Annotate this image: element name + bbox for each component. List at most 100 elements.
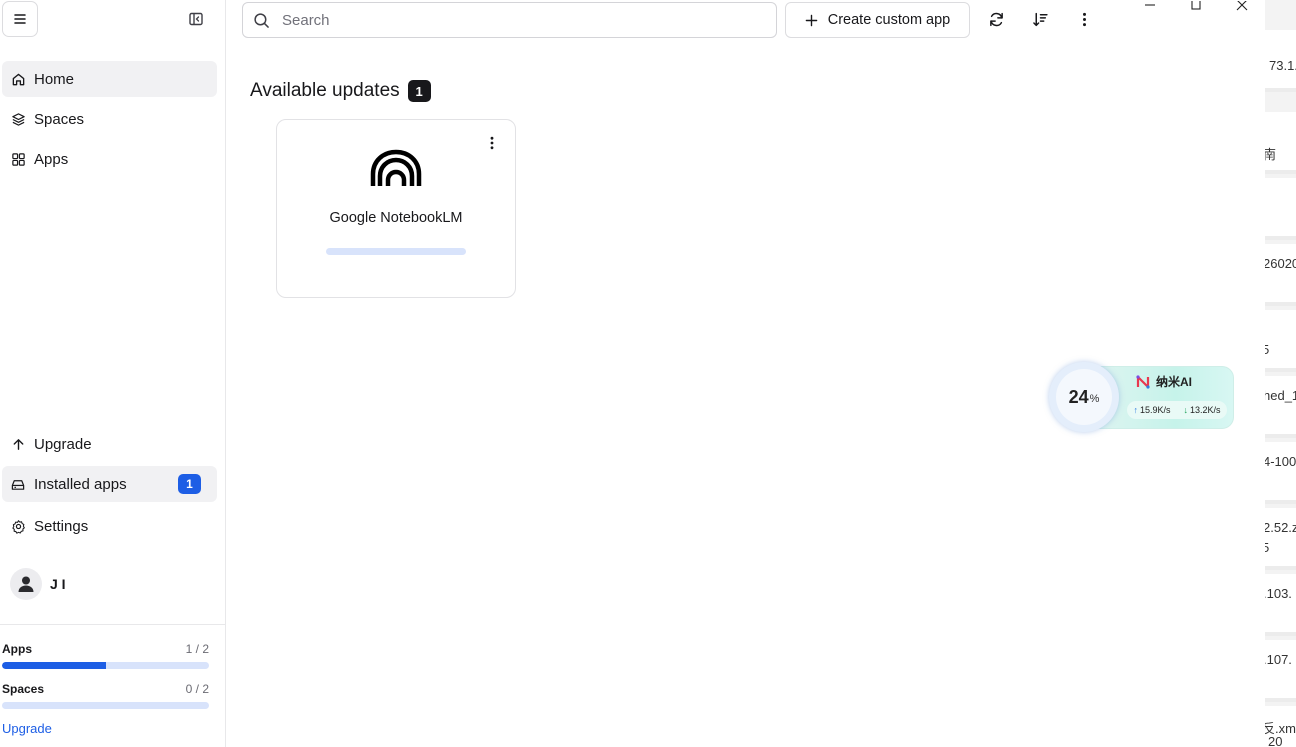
bg-text: 20 <box>1268 734 1283 747</box>
sidebar: Home Spaces Apps Upgrade Installed apps <box>0 0 226 747</box>
search-box[interactable] <box>242 2 777 38</box>
create-custom-app-label: Create custom app <box>827 12 951 28</box>
nano-ai-logo-icon <box>1136 374 1150 389</box>
bg-row <box>1265 442 1296 504</box>
avatar <box>10 568 42 600</box>
upgrade-link[interactable]: Upgrade <box>2 721 52 736</box>
upload-speed-value: 15.9K/s <box>1139 405 1171 415</box>
plus-icon <box>805 14 818 27</box>
updates-count-badge: 1 <box>407 80 431 102</box>
search-icon <box>254 12 269 28</box>
bg-row <box>1265 112 1296 174</box>
user-name: J I <box>50 576 66 592</box>
bg-text: .103. <box>1265 586 1292 601</box>
search-input[interactable] <box>282 11 762 29</box>
user-icon <box>18 576 34 592</box>
bg-text: 5 <box>1265 540 1270 555</box>
maximize-button[interactable] <box>1186 0 1206 12</box>
nav-item-installed-apps[interactable]: Installed apps 1 <box>2 466 217 502</box>
nav-item-label: Installed apps <box>34 475 127 493</box>
home-icon <box>10 71 26 87</box>
sidebar-collapse-icon <box>189 12 203 26</box>
nav-item-home[interactable]: Home <box>2 61 217 97</box>
quota-count: 0 / 2 <box>185 682 209 696</box>
section-title: Available updates <box>250 80 400 101</box>
drive-icon <box>10 476 26 492</box>
more-options-button[interactable] <box>1074 9 1094 29</box>
minimize-icon <box>1145 4 1155 6</box>
bg-text: 2.52.z <box>1265 520 1296 535</box>
close-icon <box>1236 1 1248 11</box>
maximize-icon <box>1191 1 1201 10</box>
sidebar-header <box>2 0 220 38</box>
bg-text: hed_1 <box>1265 388 1296 403</box>
app-name: Google NotebookLM <box>329 210 463 226</box>
network-speed: ↑ 15.9K/s ↓ 13.2K/s <box>1127 401 1227 419</box>
quota-label: Apps <box>2 642 32 656</box>
nav-item-label: Home <box>34 70 75 88</box>
bg-text: .107. <box>1265 652 1292 667</box>
quota-progress-track <box>2 702 209 709</box>
create-custom-app-button[interactable]: Create custom app <box>785 2 970 38</box>
background-window: 73.1. 南 26020 5 hed_1 4-100 2.52.z 5 .10… <box>1265 0 1296 747</box>
nav-item-apps[interactable]: Apps <box>2 141 217 177</box>
nav-item-label: Apps <box>34 150 69 168</box>
minimize-button[interactable] <box>1140 0 1160 12</box>
user-profile[interactable]: J I <box>10 567 66 601</box>
menu-button[interactable] <box>2 1 38 37</box>
nav-item-upgrade[interactable]: Upgrade <box>2 426 217 462</box>
app-card[interactable]: Google NotebookLM <box>276 119 516 298</box>
nav-item-label: Spaces <box>34 110 85 128</box>
refresh-icon <box>989 12 1003 26</box>
nav-item-label: Upgrade <box>34 435 92 453</box>
quota-progress-fill <box>2 662 106 669</box>
app-window: Home Spaces Apps Upgrade Installed apps <box>0 0 1265 747</box>
close-button[interactable] <box>1232 0 1252 12</box>
nav-item-spaces[interactable]: Spaces <box>2 101 217 137</box>
bg-row <box>1265 376 1296 438</box>
bg-row <box>1265 574 1296 636</box>
widget-brand: 纳米AI <box>1135 373 1192 390</box>
bg-text: 南 <box>1265 147 1277 162</box>
card-more-button[interactable] <box>483 134 501 152</box>
installed-apps-count-badge: 1 <box>178 474 201 494</box>
more-vertical-icon <box>1082 12 1086 26</box>
upload-speed: ↑ 15.9K/s <box>1133 405 1170 415</box>
nav-item-label: Settings <box>34 517 89 535</box>
collapse-sidebar-button[interactable] <box>186 9 206 29</box>
download-speed-value: 13.2K/s <box>1189 405 1221 415</box>
layers-icon <box>10 111 26 127</box>
arrow-up-icon: ↑ <box>1133 405 1138 415</box>
grid-icon <box>10 151 26 167</box>
percent-sign: % <box>1089 393 1100 405</box>
quota-progress-track <box>2 662 209 669</box>
quota-count: 1 / 2 <box>185 642 209 656</box>
bg-row <box>1265 244 1296 306</box>
apps-quota: Apps 1 / 2 <box>2 642 209 669</box>
bg-text: 5 <box>1265 342 1270 357</box>
download-speed: ↓ 13.2K/s <box>1183 405 1220 415</box>
system-monitor-widget[interactable]: 24% 纳米AI ↑ 15.9K/s ↓ 13.2K/s <box>1049 362 1235 432</box>
bg-row <box>1265 310 1296 372</box>
hamburger-icon <box>14 14 26 24</box>
update-progress-bar <box>326 248 466 255</box>
bg-text: 4-100 <box>1265 454 1296 469</box>
quota-label: Spaces <box>2 682 45 696</box>
refresh-button[interactable] <box>986 9 1006 29</box>
spaces-quota: Spaces 0 / 2 <box>2 682 209 709</box>
brand-name: 纳米AI <box>1156 375 1193 389</box>
usage-value: 24% <box>1056 369 1112 425</box>
sidebar-divider <box>0 624 225 625</box>
sort-button[interactable] <box>1030 9 1050 29</box>
available-updates-heading: Available updates 1 <box>250 80 431 102</box>
cpu-usage-circle: 24% <box>1049 362 1119 432</box>
nav-item-settings[interactable]: Settings <box>2 508 217 544</box>
more-vertical-icon <box>490 136 494 150</box>
arrow-up-icon <box>10 436 26 452</box>
bg-text: 73.1. <box>1269 58 1296 73</box>
arrow-down-icon: ↓ <box>1183 405 1188 415</box>
notebooklm-logo-icon <box>370 149 422 186</box>
bg-row <box>1265 640 1296 702</box>
usage-percent: 24 <box>1068 386 1089 407</box>
bg-row <box>1265 508 1296 570</box>
